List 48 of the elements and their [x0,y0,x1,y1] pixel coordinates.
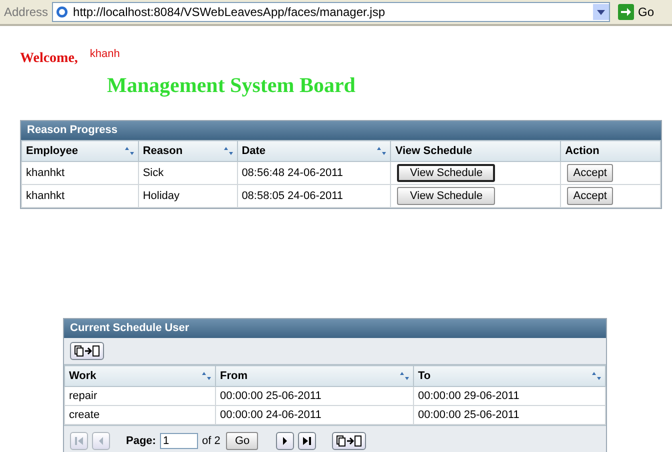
page-label: Page: [126,435,156,447]
sort-icon[interactable] [202,372,211,380]
sort-icon[interactable] [124,147,134,155]
column-header: Action [560,140,660,162]
sort-icon[interactable] [224,147,233,155]
table-cell: 00:00:00 25-06-2011 [216,386,414,406]
view-schedule-button[interactable]: View Schedule [397,187,496,205]
table-cell: Holiday [138,184,238,208]
last-page-button[interactable] [298,432,316,450]
view-schedule-button[interactable]: View Schedule [397,164,496,182]
accept-button[interactable]: Accept [567,164,614,182]
page-count: of 2 [202,435,220,447]
user-name: khanh [90,48,120,60]
panel-title: Reason Progress [21,121,661,140]
first-arrow-icon [74,436,84,446]
column-header[interactable]: To [414,366,606,386]
table-cell: khanhkt [22,162,138,184]
column-header[interactable]: Date [237,140,391,162]
sort-icon[interactable] [592,372,601,380]
export-icon [336,435,362,447]
next-page-button[interactable] [276,432,294,450]
address-label: Address [4,5,48,19]
table-cell: 08:58:05 24-06-2011 [237,184,391,208]
column-header[interactable]: From [216,366,414,386]
table-cell: repair [64,386,216,406]
table-cell: 00:00:00 29-06-2011 [414,386,606,406]
go-button[interactable]: Go [226,432,258,450]
column-header: View Schedule [390,140,561,162]
address-field[interactable]: http://localhost:8084/VSWebLeavesApp/faces/manager.jsp [52,2,610,22]
table-cell: Sick [138,162,238,184]
export-button[interactable] [332,432,366,450]
sort-icon[interactable] [377,147,386,155]
column-header[interactable]: Reason [138,140,238,162]
table-cell: khanhkt [22,184,138,208]
welcome-label: Welcome, [20,51,78,67]
page-heading: Management System Board [107,73,356,98]
panel-title: Current Schedule User [64,319,606,338]
column-header[interactable]: Work [64,366,216,386]
last-arrow-icon [302,436,312,446]
accept-button[interactable]: Accept [567,187,614,205]
sort-icon[interactable] [400,372,409,380]
export-button[interactable] [70,342,104,360]
go-button[interactable]: Go [614,4,668,20]
dropdown-icon[interactable] [592,4,609,20]
export-icon [74,345,100,357]
table-cell: 08:56:48 24-06-2011 [237,162,391,184]
page-field[interactable]: 1 [160,433,198,449]
column-header[interactable]: Employee [22,140,138,162]
